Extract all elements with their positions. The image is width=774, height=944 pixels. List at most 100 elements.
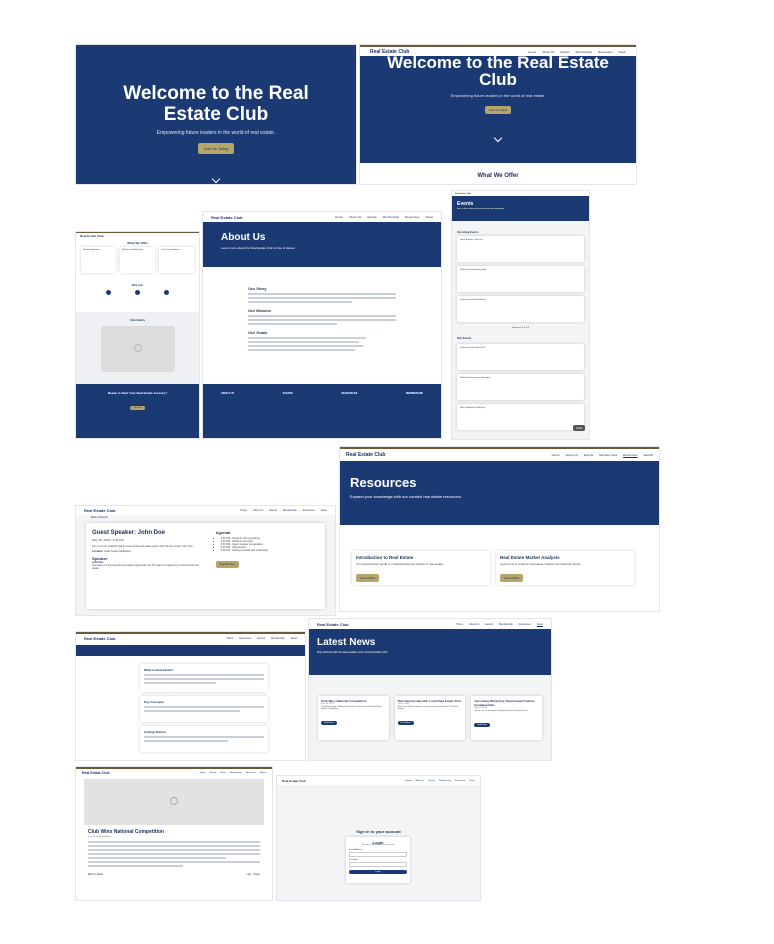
nav-resources[interactable]: Resources xyxy=(303,509,315,512)
event-card[interactable]: Commercial Real Estate 101 xyxy=(457,344,584,370)
nav-search[interactable]: Search xyxy=(643,453,653,457)
nav-home[interactable]: Home xyxy=(227,637,234,640)
nav-resources[interactable]: Resources xyxy=(246,772,256,774)
nav-resources[interactable]: Resources xyxy=(405,215,419,219)
nav-membership[interactable]: Membership xyxy=(499,623,513,626)
nav-about[interactable]: About Us xyxy=(566,453,578,457)
hero-subtitle: Empowering future leaders in the world o… xyxy=(450,93,546,98)
nav-resources[interactable]: Resources xyxy=(623,453,637,457)
nav-news[interactable]: News xyxy=(618,50,626,54)
nav-home[interactable]: Home xyxy=(200,772,206,774)
section-title: What We Offer xyxy=(477,173,519,179)
nav-events[interactable]: Events xyxy=(269,509,277,512)
event-card[interactable]: Real Estate Investment Strategies xyxy=(457,374,584,400)
resource-title: Real Estate Market Analysis xyxy=(500,555,560,560)
nav-events[interactable]: Events xyxy=(210,772,217,774)
event-card[interactable]: Property Valuation Workshop xyxy=(457,296,584,322)
nav-membership[interactable]: Membership xyxy=(283,509,297,512)
event-card[interactable]: Guest Speaker: John Doe xyxy=(457,236,584,262)
nav-membership[interactable]: Membership xyxy=(383,215,400,219)
nav-resources[interactable]: Resources xyxy=(455,780,465,782)
nav-events[interactable]: Events xyxy=(367,215,376,219)
join-button[interactable]: Join Us Today xyxy=(484,106,512,114)
nav-home[interactable]: Home xyxy=(240,509,247,512)
page-title: Latest News xyxy=(317,637,376,648)
nav-news[interactable]: News xyxy=(220,772,225,774)
step-icon xyxy=(135,290,140,295)
back-link[interactable]: Back to Events xyxy=(91,516,108,519)
event-card[interactable]: Real Estate Networking Night xyxy=(457,266,584,292)
brand-logo[interactable]: Real Estate Club xyxy=(346,452,385,458)
chat-button[interactable]: Chat xyxy=(573,425,586,431)
read-more-button[interactable]: Read More xyxy=(321,721,337,725)
article-title: Club Wins National Competition xyxy=(88,829,165,835)
brand-logo[interactable]: Real Estate Club xyxy=(455,193,471,195)
nav-news[interactable]: News xyxy=(425,215,433,219)
email-field[interactable] xyxy=(349,852,407,857)
join-now-button[interactable]: Join Now xyxy=(130,406,145,410)
location-label: Location: xyxy=(92,550,104,553)
offer-title: What We Offer xyxy=(127,241,148,245)
login-screenshot: Real Estate Club Home About Us Events Me… xyxy=(277,776,480,900)
event-title: Real Estate Networking Night xyxy=(460,269,487,271)
nav-news[interactable]: News xyxy=(470,780,475,782)
nav-about[interactable]: About Us xyxy=(253,509,263,512)
event-card[interactable]: Mock Negotiation Workshop xyxy=(457,404,584,430)
step-icon xyxy=(106,290,111,295)
brand-logo[interactable]: Real Estate Club xyxy=(282,779,306,783)
nav-events[interactable]: Events xyxy=(428,780,435,782)
footer-col: EVENTS xyxy=(282,392,293,395)
brand-logo[interactable]: Real Estate Club xyxy=(84,636,116,641)
nav-events[interactable]: Events xyxy=(257,637,265,640)
nav-about[interactable]: About xyxy=(260,772,266,774)
join-button[interactable]: Join Us Today xyxy=(198,143,234,154)
back-to-news-link[interactable]: Back to News xyxy=(88,873,103,876)
news-title: Upcoming Workshop: Real Estate Finance F… xyxy=(474,699,535,707)
upcoming-title: Upcoming Events xyxy=(457,231,479,234)
nav-resources[interactable]: Resources xyxy=(519,623,531,626)
nav-about[interactable]: About Us xyxy=(469,623,479,626)
nav-home[interactable]: Home xyxy=(405,780,411,782)
nav-events[interactable]: Events xyxy=(584,453,593,457)
resource-card: Real Estate Market Analysis Learn how to… xyxy=(496,551,634,585)
nav-home[interactable]: Home xyxy=(456,623,463,626)
nav-membership[interactable]: Membership xyxy=(230,772,242,774)
nav-resources[interactable]: Resources xyxy=(239,637,251,640)
learn-more-button[interactable]: Learn More xyxy=(500,574,524,582)
news-desc: Join us for an in-depth workshop on real… xyxy=(474,710,529,712)
chevron-down-icon[interactable] xyxy=(493,133,503,143)
nav-about[interactable]: About Us xyxy=(415,780,424,782)
page-title: Sign in to your account xyxy=(356,829,401,834)
brand-logo[interactable]: Real Estate Club xyxy=(317,622,349,627)
footer-col: RESOURCES xyxy=(341,392,358,395)
resource-desc: A comprehensive guide to understanding t… xyxy=(356,562,444,566)
chevron-down-icon[interactable] xyxy=(211,174,221,184)
brand-logo[interactable]: Real Estate Club xyxy=(80,234,104,238)
nav-events[interactable]: Events xyxy=(485,623,493,626)
learn-more-button[interactable]: Learn More xyxy=(356,574,380,582)
page-title: About Us xyxy=(221,232,266,243)
nav-home[interactable]: Home xyxy=(335,215,343,219)
cta-title: Ready to Start Your Real Estate Journey? xyxy=(107,391,168,395)
share-button[interactable]: Share xyxy=(253,873,260,876)
register-button[interactable]: Register Now xyxy=(215,561,239,568)
read-more-button[interactable]: Read More xyxy=(474,723,491,727)
brand-logo[interactable]: Real Estate Club xyxy=(82,771,110,775)
like-button[interactable]: Like xyxy=(247,873,252,876)
nav-membership[interactable]: Membership xyxy=(271,637,285,640)
brand-logo[interactable]: Real Estate Club xyxy=(211,215,243,220)
nav-news[interactable]: News xyxy=(291,637,297,640)
login-button[interactable]: Login xyxy=(349,870,407,874)
nav-news[interactable]: News xyxy=(537,623,543,626)
nav-membership[interactable]: Membership xyxy=(439,780,451,782)
nav-about[interactable]: About Us xyxy=(349,215,361,219)
nav-news[interactable]: News xyxy=(321,509,327,512)
event-title: Guest Speaker: John Doe xyxy=(92,530,166,536)
read-more-button[interactable]: Read More xyxy=(397,721,414,725)
event-title: Real Estate Investment Strategies xyxy=(460,377,491,379)
brand-logo[interactable]: Real Estate Club xyxy=(84,508,116,513)
nav-member-area[interactable]: Member Area xyxy=(599,453,617,457)
resource-desc: Learn how to analyze real estate markets… xyxy=(500,562,582,566)
nav-home[interactable]: Home xyxy=(552,453,560,457)
password-field[interactable] xyxy=(349,862,407,867)
